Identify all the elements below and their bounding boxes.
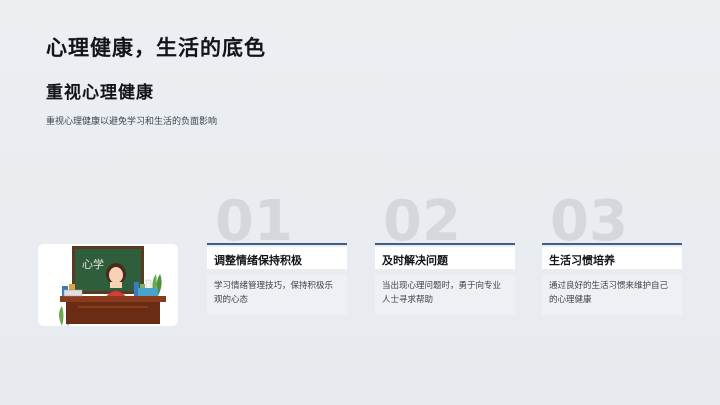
page-title: 心理健康，生活的底色 [46, 36, 266, 60]
card-body: 通过良好的生活习惯来维护自己的心理健康 [542, 275, 682, 315]
subtitle: 重视心理健康以避免学习和生活的负面影响 [46, 117, 218, 127]
teacher-illustration: 心学 [38, 244, 178, 326]
card-heading: 及时解决问题 [375, 247, 515, 269]
board-text: 心学 [82, 257, 104, 271]
teacher-at-desk-image: 心学 [59, 246, 166, 326]
card-divider [375, 243, 515, 245]
section-title: 重视心理健康 [46, 83, 154, 103]
card-body: 学习情绪管理技巧，保持积极乐观的心态 [207, 275, 347, 315]
card-divider [542, 243, 682, 245]
card-heading: 生活习惯培养 [542, 247, 682, 269]
card-divider [207, 243, 347, 245]
slide: 心理健康，生活的底色 重视心理健康 重视心理健康以避免学习和生活的负面影响 心学 [0, 0, 720, 405]
card-body: 当出现心理问题时，勇于向专业人士寻求帮助 [375, 275, 515, 315]
card-heading: 调整情绪保持积极 [207, 247, 347, 269]
